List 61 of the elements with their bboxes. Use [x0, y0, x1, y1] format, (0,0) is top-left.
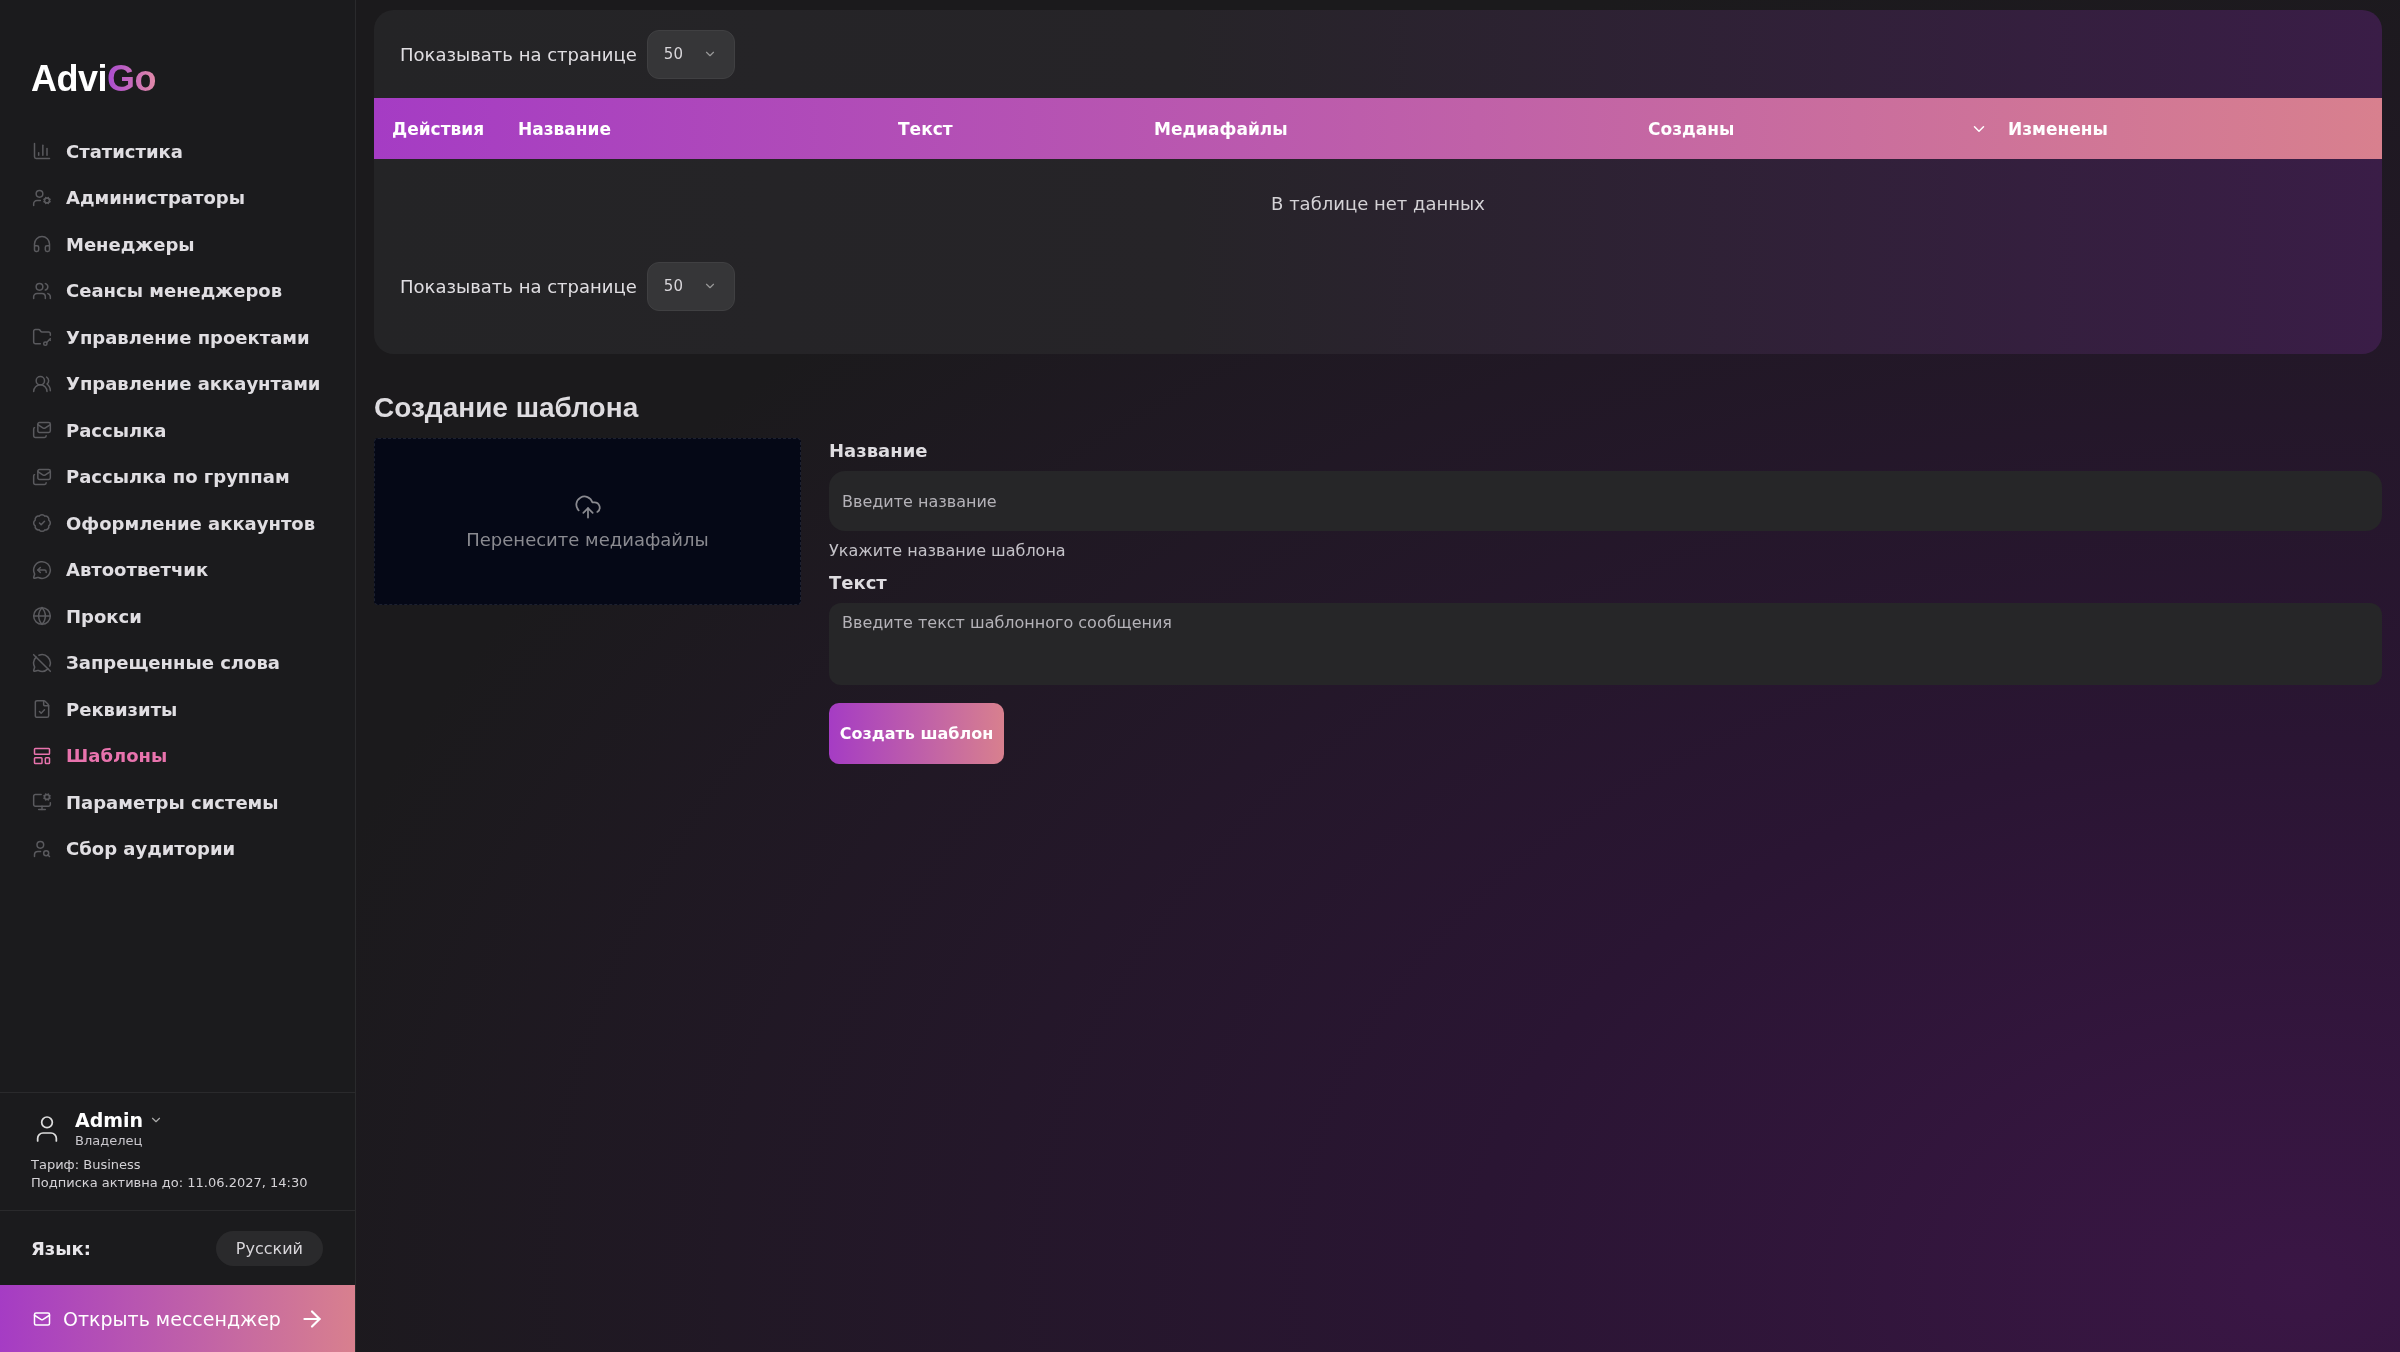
badge-check-icon [32, 513, 52, 534]
column-header: Медиафайлы [1154, 118, 1288, 139]
column-header: Название [518, 118, 611, 139]
page-size-select[interactable]: 50 [646, 261, 735, 311]
globe-icon [32, 606, 52, 627]
users-icon [32, 280, 52, 301]
sidebar-item[interactable]: Сеансы менеджеров [32, 267, 355, 314]
language-label: Язык: [31, 1237, 91, 1259]
sidebar-item[interactable]: Статистика [32, 128, 355, 175]
monitor-gear-icon [32, 792, 52, 813]
field-label: Текст [829, 572, 888, 593]
open-messenger-button[interactable]: Открыть мессенджер [0, 1285, 355, 1352]
mail-icon [32, 420, 52, 441]
user-name[interactable]: Admin [75, 1109, 144, 1131]
user-search-icon [32, 838, 52, 859]
mail-icon [33, 1309, 51, 1328]
page-size-select[interactable]: 50 [646, 29, 735, 79]
sidebar-item[interactable]: Автоответчик [32, 546, 355, 593]
user-role: Владелец [75, 1133, 144, 1148]
layout-icon [32, 745, 52, 766]
document-icon [32, 699, 52, 720]
user-gear-icon [32, 187, 52, 208]
column-header: Текст [898, 118, 953, 139]
column-header[interactable]: Созданы [1648, 118, 1735, 139]
sidebar-item[interactable]: Запрещенные слова [32, 639, 355, 686]
mail-icon [32, 466, 52, 487]
section-title: Создание шаблона [374, 392, 640, 424]
sidebar-item[interactable]: Оформление аккаунтов [32, 500, 355, 547]
sidebar-item[interactable]: Реквизиты [32, 686, 355, 733]
name-input[interactable]: Введите название [829, 471, 2382, 531]
language-button[interactable]: Русский [215, 1230, 323, 1266]
empty-table-message: В таблице нет данных [1271, 193, 1485, 214]
sidebar-item[interactable]: Шаблоны [32, 732, 355, 779]
tariff-text: Тариф: Business [31, 1156, 142, 1174]
bar-chart-icon [32, 141, 52, 162]
sidebar-item[interactable]: Управление аккаунтами [32, 360, 355, 407]
create-template-button[interactable]: Создать шаблон [829, 703, 1004, 764]
folder-icon [32, 327, 52, 348]
subscription-text: Подписка активна до: 11.06.2027, 14:30 [31, 1174, 309, 1192]
sidebar-item[interactable]: Рассылка по группам [32, 453, 355, 500]
text-input[interactable]: Введите текст шаблонного сообщения [829, 603, 2382, 685]
media-dropzone[interactable]: Перенесите медиафайлы [374, 438, 801, 605]
column-header: Действия [392, 118, 485, 139]
upload-cloud-icon [573, 493, 602, 521]
logo: AdviGo [30, 57, 158, 101]
blocked-bubble-icon [32, 652, 52, 673]
field-hint: Укажите название шаблона [829, 541, 1067, 560]
page-size-label: Показывать на странице [400, 275, 637, 297]
reply-bubble-icon [32, 559, 52, 580]
sidebar-item[interactable]: Рассылка [32, 407, 355, 454]
column-header: Изменены [2008, 118, 2108, 139]
sidebar-item[interactable]: Прокси [32, 593, 355, 640]
page-size-label: Показывать на странице [400, 43, 637, 65]
field-label: Название [829, 440, 929, 461]
headset-icon [32, 234, 52, 255]
sidebar-item[interactable]: Менеджеры [32, 221, 355, 268]
sidebar-item[interactable]: Параметры системы [32, 779, 355, 826]
sidebar-item[interactable]: Сбор аудитории [32, 825, 355, 872]
sidebar-item[interactable]: Администраторы [32, 174, 355, 221]
users-icon [32, 373, 52, 394]
sidebar-item[interactable]: Управление проектами [32, 314, 355, 361]
